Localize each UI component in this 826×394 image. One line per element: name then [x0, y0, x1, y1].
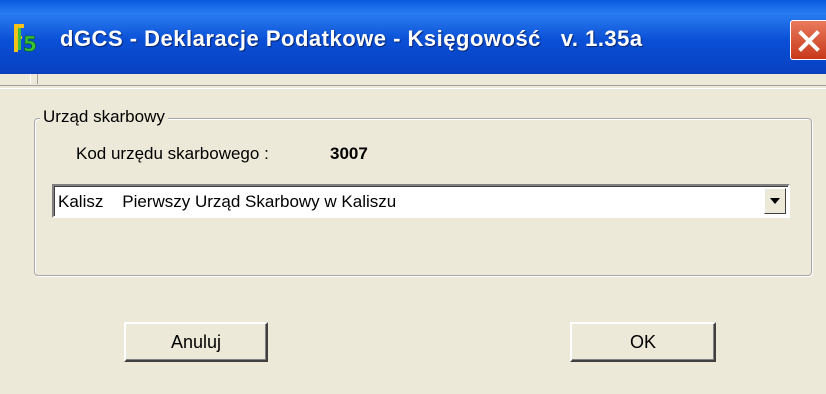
title-bar[interactable]: 5 dGCS - Deklaracje Podatkowe - Księgowo…: [0, 0, 826, 74]
office-code-label: Kod urzędu skarbowego :: [76, 144, 269, 163]
cancel-button[interactable]: Anuluj: [124, 322, 268, 362]
close-button[interactable]: [790, 20, 826, 60]
separator-line: [0, 85, 826, 89]
ok-button[interactable]: OK: [570, 322, 716, 362]
office-code-value: 3007: [330, 144, 368, 163]
window-title: dGCS - Deklaracje Podatkowe - Księgowość…: [60, 26, 643, 51]
tax-office-select-value: Kalisz Pierwszy Urząd Skarbowy w Kaliszu: [58, 192, 397, 211]
close-icon: [798, 30, 820, 52]
dialog-body: Urząd skarbowy Kod urzędu skarbowego : 3…: [0, 74, 826, 394]
ok-button-label: OK: [629, 332, 656, 352]
chevron-down-icon: [770, 198, 780, 204]
toolbar-grip[interactable]: [30, 74, 38, 84]
tax-office-select[interactable]: Kalisz Pierwszy Urząd Skarbowy w Kaliszu: [52, 184, 790, 218]
cancel-button-label: Anuluj: [170, 332, 222, 352]
dropdown-button[interactable]: [764, 188, 786, 214]
group-legend: Urząd skarbowy: [40, 107, 168, 127]
toolbar-strip: [0, 74, 826, 84]
dgcs-app-icon[interactable]: 5: [14, 24, 40, 56]
svg-text:5: 5: [23, 32, 37, 54]
